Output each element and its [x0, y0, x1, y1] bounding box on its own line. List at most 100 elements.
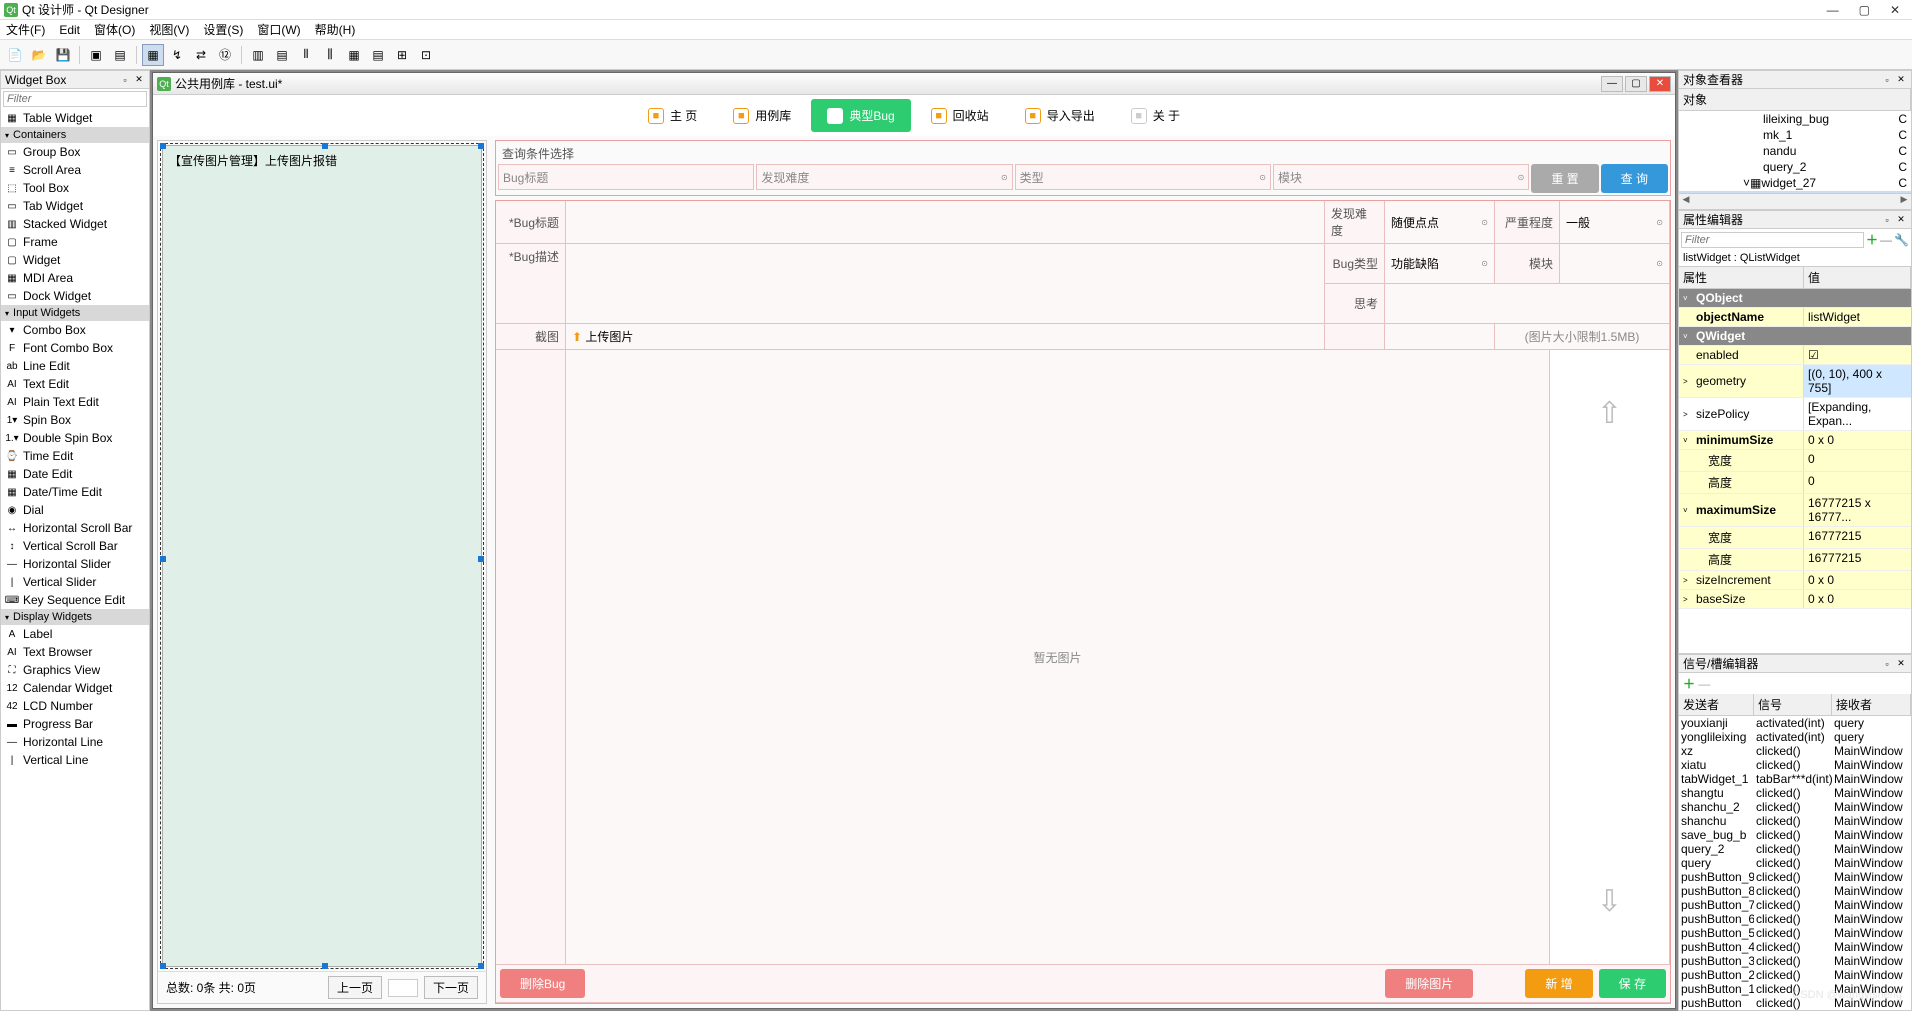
query-field[interactable]: 模块⊙: [1273, 164, 1529, 190]
menu-item[interactable]: 窗体(O): [94, 21, 135, 38]
widget-item[interactable]: 1▾Spin Box: [1, 411, 149, 429]
widget-item[interactable]: ▦Table Widget: [1, 109, 149, 127]
widget-item[interactable]: ▾Combo Box: [1, 321, 149, 339]
property-filter[interactable]: [1681, 232, 1864, 248]
property-row[interactable]: >sizePolicy[Expanding, Expan...: [1679, 398, 1911, 431]
edit-signals-icon[interactable]: ↯: [166, 44, 188, 66]
dock-close-icon[interactable]: ✕: [1895, 74, 1907, 86]
add-signal-icon[interactable]: ＋: [1683, 677, 1695, 691]
property-table[interactable]: ˅QObjectobjectNamelistWidget˅QWidgetenab…: [1679, 289, 1911, 653]
widget-item[interactable]: ↕Vertical Scroll Bar: [1, 537, 149, 555]
tab[interactable]: ■用例库: [717, 99, 807, 132]
widget-category[interactable]: ▾Input Widgets: [1, 305, 149, 321]
menu-item[interactable]: 窗口(W): [257, 21, 300, 38]
query-field[interactable]: 类型⊙: [1015, 164, 1271, 190]
signal-row[interactable]: shanchu_2clicked()MainWindow: [1679, 800, 1911, 814]
widget-item[interactable]: ▭Tab Widget: [1, 197, 149, 215]
tab[interactable]: ■导入导出: [1009, 99, 1111, 132]
property-row[interactable]: >geometry[(0, 10), 400 x 755]: [1679, 365, 1911, 398]
widget-item[interactable]: —Horizontal Slider: [1, 555, 149, 573]
query-field[interactable]: Bug标题: [498, 164, 754, 190]
signal-row[interactable]: shanchuclicked()MainWindow: [1679, 814, 1911, 828]
delete-img-button[interactable]: 删除图片: [1385, 969, 1473, 998]
severity-select[interactable]: 一般⊙: [1560, 201, 1670, 243]
new-button[interactable]: 新 增: [1525, 969, 1592, 998]
signal-row[interactable]: xzclicked()MainWindow: [1679, 744, 1911, 758]
widget-item[interactable]: ▭Group Box: [1, 143, 149, 161]
widget-item[interactable]: ▬Progress Bar: [1, 715, 149, 733]
layout-vs-icon[interactable]: ⫼: [319, 44, 341, 66]
menu-item[interactable]: Edit: [59, 23, 80, 37]
remove-prop-icon[interactable]: —: [1880, 233, 1892, 247]
widget-item[interactable]: |Vertical Line: [1, 751, 149, 769]
dock-close-icon[interactable]: ✕: [1895, 214, 1907, 226]
signal-row[interactable]: pushButton_6clicked()MainWindow: [1679, 912, 1911, 926]
dock-close-icon[interactable]: ✕: [133, 74, 145, 86]
dock-float-icon[interactable]: ▫: [1881, 74, 1893, 86]
property-row[interactable]: ˅minimumSize0 x 0: [1679, 431, 1911, 450]
open-icon[interactable]: 📂: [28, 44, 50, 66]
new-icon[interactable]: 📄: [4, 44, 26, 66]
upload-button[interactable]: ⬆ 上传图片: [566, 324, 1325, 349]
edit-widgets-icon[interactable]: ▦: [142, 44, 164, 66]
bugtitle-input[interactable]: [566, 201, 1325, 243]
save-icon[interactable]: 💾: [52, 44, 74, 66]
page-input[interactable]: [388, 979, 418, 997]
signal-row[interactable]: pushButton_7clicked()MainWindow: [1679, 898, 1911, 912]
property-row[interactable]: >baseSize0 x 0: [1679, 590, 1911, 609]
layout-h-icon[interactable]: ▥: [247, 44, 269, 66]
widget-category[interactable]: ▾Display Widgets: [1, 609, 149, 625]
property-row[interactable]: ˅QWidget: [1679, 327, 1911, 346]
think-input[interactable]: [1385, 284, 1670, 323]
tab[interactable]: ■主 页: [632, 99, 713, 132]
widget-item[interactable]: ≡Scroll Area: [1, 161, 149, 179]
bring-front-icon[interactable]: ▤: [109, 44, 131, 66]
widget-item[interactable]: ▦MDI Area: [1, 269, 149, 287]
widget-item[interactable]: ▦Date/Time Edit: [1, 483, 149, 501]
tree-row[interactable]: query_2C: [1679, 159, 1911, 175]
widget-item[interactable]: ▢Frame: [1, 233, 149, 251]
signal-row[interactable]: save_bug_bclicked()MainWindow: [1679, 828, 1911, 842]
widget-item[interactable]: ⌨Key Sequence Edit: [1, 591, 149, 609]
up-arrow-button[interactable]: ⇧: [1550, 350, 1670, 476]
tree-row[interactable]: nanduC: [1679, 143, 1911, 159]
config-icon[interactable]: 🔧: [1894, 233, 1909, 247]
widget-item[interactable]: ◉Dial: [1, 501, 149, 519]
signal-row[interactable]: tabWidget_1tabBar***d(int)MainWindow: [1679, 772, 1911, 786]
sub-close-icon[interactable]: ✕: [1649, 76, 1671, 92]
object-tree[interactable]: lileixing_bugCmk_1CnanduCquery_2C˅ ▦ wid…: [1679, 111, 1911, 193]
send-back-icon[interactable]: ▣: [85, 44, 107, 66]
signal-row[interactable]: query_2clicked()MainWindow: [1679, 842, 1911, 856]
signal-row[interactable]: yonglileixingactivated(int)query: [1679, 730, 1911, 744]
widget-box-list[interactable]: ▦Table Widget▾Containers▭Group Box≡Scrol…: [1, 109, 149, 1010]
minimize-icon[interactable]: —: [1827, 3, 1839, 17]
widget-item[interactable]: AIText Edit: [1, 375, 149, 393]
widget-item[interactable]: ▦Date Edit: [1, 465, 149, 483]
module-select[interactable]: ⊙: [1560, 244, 1670, 283]
property-row[interactable]: enabled☑: [1679, 346, 1911, 365]
signal-row[interactable]: shangtuclicked()MainWindow: [1679, 786, 1911, 800]
property-row[interactable]: 高度16777215: [1679, 549, 1911, 571]
widget-item[interactable]: ▥Stacked Widget: [1, 215, 149, 233]
break-layout-icon[interactable]: ⊞: [391, 44, 413, 66]
property-row[interactable]: ˅QObject: [1679, 289, 1911, 308]
adjust-size-icon[interactable]: ⊡: [415, 44, 437, 66]
save-button[interactable]: 保 存: [1599, 969, 1666, 998]
dock-float-icon[interactable]: ▫: [1881, 214, 1893, 226]
signal-row[interactable]: xiatuclicked()MainWindow: [1679, 758, 1911, 772]
delete-bug-button[interactable]: 删除Bug: [500, 969, 585, 998]
widget-item[interactable]: ⛶Graphics View: [1, 661, 149, 679]
widget-item[interactable]: ALabel: [1, 625, 149, 643]
widget-item[interactable]: AIPlain Text Edit: [1, 393, 149, 411]
remove-signal-icon[interactable]: —: [1698, 677, 1710, 691]
menu-item[interactable]: 文件(F): [6, 21, 45, 38]
property-row[interactable]: >sizeIncrement0 x 0: [1679, 571, 1911, 590]
widget-category[interactable]: ▾Containers: [1, 127, 149, 143]
sub-min-icon[interactable]: —: [1601, 76, 1623, 92]
maximize-icon[interactable]: ▢: [1859, 3, 1870, 17]
bugdesc-input[interactable]: [566, 244, 1325, 323]
widget-item[interactable]: |Vertical Slider: [1, 573, 149, 591]
widget-item[interactable]: ⬚Tool Box: [1, 179, 149, 197]
edit-buddies-icon[interactable]: ⇄: [190, 44, 212, 66]
property-row[interactable]: 宽度0: [1679, 450, 1911, 472]
